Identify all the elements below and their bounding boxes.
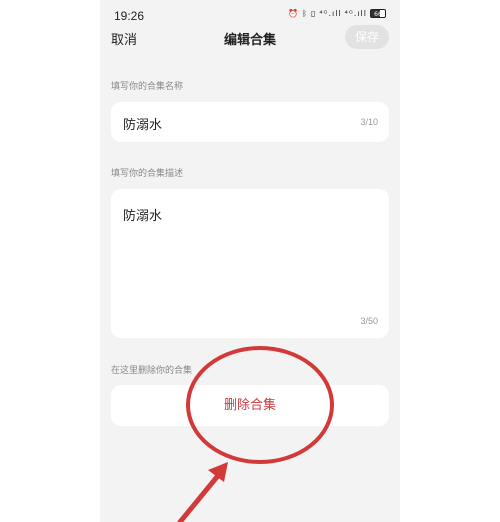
phone-screen: 19:26 ⏰ ᛒ ▯ ⁴ᴳ.ıll ⁴ᴳ.ıll 66 取消 编辑合集 保存 … bbox=[100, 0, 400, 522]
name-input-field[interactable]: 防溺水 3/10 bbox=[111, 102, 389, 142]
status-time: 19:26 bbox=[114, 9, 145, 23]
status-icons: ⏰ ᛒ ▯ ⁴ᴳ.ıll ⁴ᴳ.ıll 66 bbox=[288, 9, 386, 18]
delete-collection-button[interactable]: 删除合集 bbox=[111, 385, 389, 426]
vibrate-icon: ▯ bbox=[310, 9, 317, 18]
desc-section-label: 填写你的合集描述 bbox=[111, 169, 184, 179]
name-input-value: 防溺水 bbox=[123, 118, 163, 133]
desc-char-count: 3/50 bbox=[360, 316, 378, 326]
signal-4g-icon: ⁴ᴳ.ıll bbox=[319, 9, 342, 18]
alarm-icon: ⏰ bbox=[288, 9, 300, 18]
bluetooth-icon: ᛒ bbox=[302, 9, 308, 18]
delete-section-label: 在这里删除你的合集 bbox=[111, 366, 193, 376]
desc-input-value: 防溺水 bbox=[123, 209, 163, 224]
save-button[interactable]: 保存 bbox=[345, 25, 389, 49]
name-section-label: 填写你的合集名称 bbox=[111, 82, 184, 92]
nav-bar: 取消 编辑合集 保存 bbox=[100, 25, 400, 53]
name-char-count: 3/10 bbox=[360, 117, 378, 127]
signal-hd-icon: ⁴ᴳ.ıll bbox=[344, 9, 367, 18]
battery-icon: 66 bbox=[370, 9, 386, 18]
desc-input-field[interactable]: 防溺水 3/50 bbox=[111, 189, 389, 338]
